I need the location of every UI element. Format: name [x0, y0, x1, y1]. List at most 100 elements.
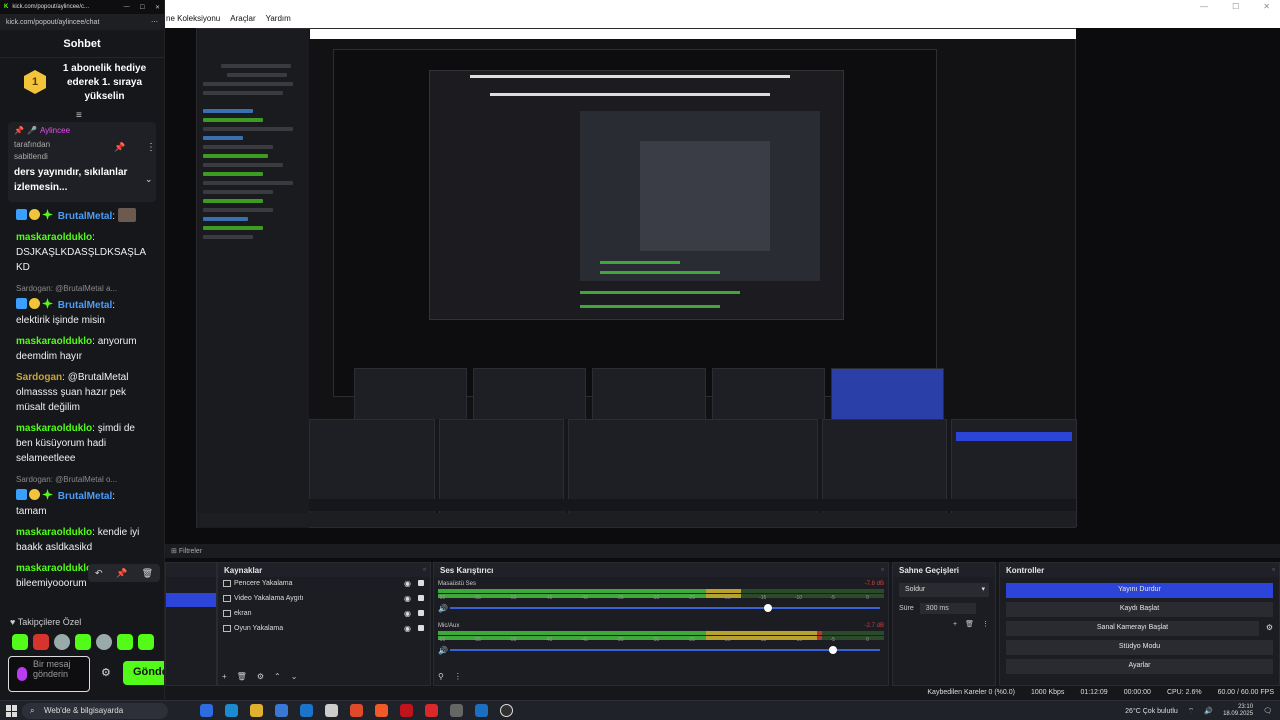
pin-icon[interactable]: 📌 — [114, 142, 125, 153]
move-up-icon[interactable]: ⌃ — [274, 672, 281, 681]
chat-url-bar[interactable]: kick.com/popout/aylincee/chat ⋯ — [0, 14, 164, 30]
delete-icon[interactable]: 🗑 — [142, 568, 153, 579]
collapse-icon[interactable]: ≡ — [76, 110, 82, 121]
volume-slider[interactable] — [450, 646, 880, 654]
chat-username[interactable]: maskaraolduklo — [16, 527, 92, 538]
lock-icon[interactable] — [418, 610, 424, 616]
app-icon[interactable] — [425, 704, 438, 717]
source-properties-icon[interactable]: ⚙ — [257, 672, 264, 681]
volume-knob[interactable] — [828, 646, 837, 654]
chat-username[interactable]: BrutalMetal — [58, 491, 112, 502]
dock-menu-icon[interactable]: ▫ — [423, 565, 426, 574]
mixer-advanced-icon[interactable]: ⚲ — [438, 672, 444, 681]
chat-username[interactable]: maskaraolduklo — [16, 336, 92, 347]
reply-preview[interactable]: Sardogan: @BrutalMetal a... — [16, 281, 148, 296]
menu-tools[interactable]: Araçlar — [230, 14, 255, 23]
notifications-icon[interactable]: 🗨 — [1263, 707, 1272, 715]
move-down-icon[interactable]: ⌄ — [291, 672, 298, 681]
start-recording-button[interactable]: Kaydı Başlat — [1006, 602, 1273, 617]
chat-close-icon[interactable]: ✕ — [155, 4, 160, 11]
mail-icon[interactable] — [300, 704, 313, 717]
opera-icon[interactable] — [400, 704, 413, 717]
pinned-more-icon[interactable]: ⋮ — [146, 142, 156, 153]
file-explorer-icon[interactable] — [250, 704, 263, 717]
selected-scene[interactable] — [166, 593, 216, 607]
edge-icon[interactable] — [225, 704, 238, 717]
filters-bar[interactable]: ⊞ Filtreler — [165, 544, 1280, 558]
eye-icon[interactable]: ◉ — [404, 609, 411, 618]
weather-widget[interactable]: 26°C Çok bulutlu — [1125, 708, 1178, 715]
lock-icon[interactable] — [418, 580, 424, 586]
emote-icon[interactable] — [138, 634, 154, 650]
reply-icon[interactable]: ↶ — [95, 568, 103, 579]
store-icon[interactable] — [275, 704, 288, 717]
start-virtual-camera-button[interactable]: Sanal Kamerayı Başlat ⚙ — [1006, 621, 1273, 636]
reply-preview[interactable]: Sardogan: @BrutalMetal o... — [16, 472, 148, 487]
chat-maximize-icon[interactable]: ☐ — [140, 4, 145, 11]
pin-icon[interactable]: 📌 — [116, 568, 127, 579]
wifi-icon[interactable]: ⌔ — [1188, 707, 1195, 716]
studio-mode-button[interactable]: Stüdyo Modu — [1006, 640, 1273, 655]
send-button[interactable]: Gönder — [123, 661, 164, 685]
emote-icon[interactable] — [33, 634, 49, 650]
emote-icon[interactable] — [96, 634, 112, 650]
chat-username[interactable]: maskaraolduklo — [16, 423, 92, 434]
dock-menu-icon[interactable]: ▫ — [1272, 565, 1275, 574]
dock-menu-icon[interactable]: ▫ — [881, 565, 884, 574]
chat-username[interactable]: Sardogan — [16, 372, 62, 383]
close-icon[interactable]: ✕ — [1263, 2, 1270, 11]
chevron-down-icon[interactable]: ⌄ — [145, 174, 153, 185]
emote-icon[interactable] — [12, 634, 28, 650]
maximize-icon[interactable]: ☐ — [1232, 2, 1239, 11]
source-item[interactable]: Oyun Yakalama ◉ — [218, 622, 430, 637]
eye-icon[interactable]: ◉ — [404, 594, 411, 603]
emote-icon[interactable] — [75, 634, 91, 650]
source-item[interactable]: Video Yakalama Aygıtı ◉ — [218, 592, 430, 607]
stop-stream-button[interactable]: Yayını Durdur — [1006, 583, 1273, 598]
source-item[interactable]: ekran ◉ — [218, 607, 430, 622]
emote-icon[interactable] — [117, 634, 133, 650]
mixer-more-icon[interactable]: ⋮ — [454, 672, 462, 681]
more-icon[interactable]: ⋯ — [151, 18, 158, 26]
duration-input[interactable]: 300 ms — [919, 603, 976, 614]
pinned-user[interactable]: Aylincee — [40, 126, 70, 135]
chrome-icon[interactable] — [350, 704, 363, 717]
eye-icon[interactable]: ◉ — [404, 624, 411, 633]
settings-button[interactable]: Ayarlar — [1006, 659, 1273, 674]
lock-icon[interactable] — [418, 625, 424, 631]
chat-settings-gear-icon[interactable]: ⚙ — [101, 666, 111, 679]
app-icon[interactable] — [450, 704, 463, 717]
volume-knob[interactable] — [764, 604, 773, 612]
minimize-icon[interactable]: — — [1200, 2, 1208, 11]
steam-icon[interactable] — [475, 704, 488, 717]
add-transition-icon[interactable]: + — [953, 621, 957, 628]
task-view-icon[interactable] — [325, 704, 338, 717]
chat-username[interactable]: BrutalMetal — [58, 211, 112, 222]
brave-icon[interactable] — [375, 704, 388, 717]
taskbar-search[interactable]: ⌕ Web'de & bilgisayarda — [22, 703, 168, 719]
chat-minimize-icon[interactable]: — — [124, 4, 130, 11]
remove-transition-icon[interactable]: 🗑 — [965, 620, 974, 628]
volume-icon[interactable]: 🔊 — [438, 604, 448, 613]
chat-username[interactable]: BrutalMetal — [58, 300, 112, 311]
gift-banner[interactable]: 1 1 abonelik hediye ederek 1. sıraya yük… — [0, 58, 164, 121]
start-icon[interactable] — [6, 705, 18, 717]
chat-username[interactable]: maskaraolduklo — [16, 563, 92, 574]
virtual-camera-gear-icon[interactable]: ⚙ — [1266, 623, 1273, 632]
lock-icon[interactable] — [418, 595, 424, 601]
source-item[interactable]: Pencere Yakalama ◉ — [218, 577, 430, 592]
menu-scene-collection[interactable]: ne Koleksiyonu — [166, 14, 220, 23]
volume-slider[interactable] — [450, 604, 880, 612]
emote-icon[interactable] — [54, 634, 70, 650]
add-source-icon[interactable]: + — [222, 672, 227, 681]
obs-icon[interactable] — [500, 704, 513, 717]
menu-help[interactable]: Yardım — [266, 14, 291, 23]
volume-icon[interactable]: 🔊 — [1204, 707, 1213, 715]
transition-select[interactable]: Soldur ▾ — [899, 583, 989, 597]
volume-icon[interactable]: 🔊 — [438, 646, 448, 655]
chat-username[interactable]: maskaraolduklo — [16, 232, 92, 243]
eye-icon[interactable]: ◉ — [404, 579, 411, 588]
copilot-icon[interactable] — [200, 704, 213, 717]
chat-input[interactable]: Bir mesaj gönderin — [8, 656, 90, 692]
remove-source-icon[interactable]: 🗑 — [237, 672, 247, 681]
